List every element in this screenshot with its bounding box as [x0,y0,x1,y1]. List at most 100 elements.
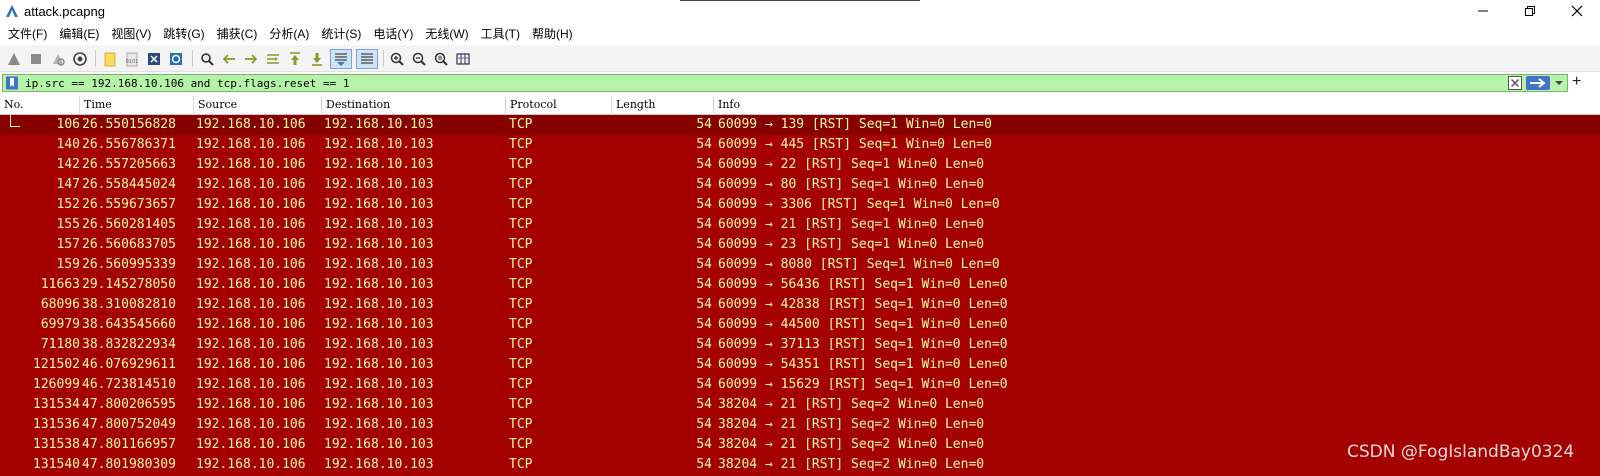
cell-protocol: TCP [509,137,533,152]
save-file-icon[interactable]: 0101 [122,49,142,69]
menu-go[interactable]: 跳转(G) [159,24,212,45]
zoom-in-icon[interactable] [387,49,407,69]
go-forward-icon[interactable] [241,49,261,69]
capture-options-icon[interactable] [70,49,90,69]
cell-time: 26.557205663 [82,157,176,172]
apply-filter-button[interactable] [1526,76,1550,90]
cell-no: 159 [56,257,80,272]
menu-view[interactable]: 视图(V) [107,24,159,45]
cell-length: 54 [696,437,712,452]
menu-file[interactable]: 文件(F) [4,24,55,45]
restore-button[interactable] [1507,0,1553,24]
cell-no: 126099 [33,377,80,392]
cell-no: 152 [56,197,80,212]
column-header-destination[interactable]: Destination [322,96,506,115]
watermark: CSDN @FogIslandBay0324 [1347,442,1575,462]
bookmark-icon[interactable] [5,76,19,90]
toolbar-separator [95,50,96,67]
menu-statistics[interactable]: 统计(S) [317,24,369,45]
cell-source: 192.168.10.106 [196,177,306,192]
packet-row[interactable]: 131536 47.800752049 192.168.10.106 192.168.… [0,415,1600,435]
column-header-time[interactable]: Time [80,96,194,115]
packet-row[interactable]: 11663 29.145278050 192.168.10.106 192.168.1… [0,275,1600,295]
packet-row[interactable]: 157 26.560683705 192.168.10.106 192.168.10.… [0,235,1600,255]
packet-row[interactable]: 159 26.560995339 192.168.10.106 192.168.10.… [0,255,1600,275]
window-title: attack.pcapng [24,4,105,19]
cell-length: 54 [696,157,712,172]
menu-telephony[interactable]: 电话(Y) [369,24,421,45]
chevron-down-icon[interactable] [1553,78,1565,88]
packet-row[interactable]: 126099 46.723814510 192.168.10.106 192.168.… [0,375,1600,395]
toolbar-separator [383,50,384,67]
stop-capture-icon[interactable] [26,49,46,69]
go-last-icon[interactable] [307,49,327,69]
cell-source: 192.168.10.106 [196,397,306,412]
column-header-source[interactable]: Source [194,96,322,115]
menu-capture[interactable]: 捕获(C) [213,24,266,45]
packet-row[interactable]: 106 26.550156828 192.168.10.106 192.168.10.… [0,115,1600,135]
packet-row[interactable]: 152 26.559673657 192.168.10.106 192.168.10.… [0,195,1600,215]
minimize-button[interactable] [1460,0,1506,24]
start-capture-icon[interactable] [4,49,24,69]
column-header-no[interactable]: No. [0,96,80,115]
cell-protocol: TCP [509,417,533,432]
cell-destination: 192.168.10.103 [324,237,434,252]
colorize-icon[interactable] [356,49,378,69]
go-first-icon[interactable] [285,49,305,69]
find-packet-icon[interactable] [197,49,217,69]
go-back-icon[interactable] [219,49,239,69]
cell-info: 38204 → 21 [RST] Seq=2 Win=0 Len=0 [718,397,985,412]
auto-scroll-icon[interactable] [330,49,352,69]
column-header-protocol[interactable]: Protocol [506,96,612,115]
packet-row[interactable]: 142 26.557205663 192.168.10.106 192.168.10.… [0,155,1600,175]
cell-time: 38.643545660 [82,317,176,332]
title-bar: attack.pcapng [0,0,1600,24]
open-file-icon[interactable] [100,49,120,69]
packet-row[interactable]: 155 26.560281405 192.168.10.106 192.168.10.… [0,215,1600,235]
filter-text[interactable]: ip.src == 192.168.10.106 and tcp.flags.r… [25,77,350,90]
cell-length: 54 [696,377,712,392]
cell-source: 192.168.10.106 [196,317,306,332]
column-header-info[interactable]: Info [714,96,1600,115]
packet-row[interactable]: 147 26.558445024 192.168.10.106 192.168.10.… [0,175,1600,195]
cell-time: 29.145278050 [82,277,176,292]
resize-columns-icon[interactable] [453,49,473,69]
cell-time: 26.560281405 [82,217,176,232]
menu-edit[interactable]: 编辑(E) [55,24,107,45]
cell-no: 71180 [40,337,80,352]
packet-row[interactable]: 140 26.556786371 192.168.10.106 192.168.10.… [0,135,1600,155]
cell-protocol: TCP [509,217,533,232]
clear-filter-icon[interactable] [1508,76,1522,90]
restart-capture-icon[interactable] [48,49,68,69]
packet-row[interactable]: 68096 38.310082810 192.168.10.106 192.168.1… [0,295,1600,315]
cell-length: 54 [696,117,712,132]
display-filter-input[interactable]: ip.src == 192.168.10.106 and tcp.flags.r… [2,74,1568,92]
svg-text:0101: 0101 [126,59,139,65]
packet-row[interactable]: 69979 38.643545660 192.168.10.106 192.168.1… [0,315,1600,335]
menu-help[interactable]: 帮助(H) [528,24,581,45]
title-decoration [680,0,920,1]
packet-row[interactable]: 71180 38.832822934 192.168.10.106 192.168.1… [0,335,1600,355]
cell-source: 192.168.10.106 [196,157,306,172]
add-filter-button[interactable]: + [1572,73,1581,91]
cell-destination: 192.168.10.103 [324,417,434,432]
cell-source: 192.168.10.106 [196,257,306,272]
menu-analyze[interactable]: 分析(A) [265,24,317,45]
cell-destination: 192.168.10.103 [324,157,434,172]
cell-time: 47.800752049 [82,417,176,432]
column-header-length[interactable]: Length [612,96,714,115]
packet-row[interactable]: 121502 46.076929611 192.168.10.106 192.168.… [0,355,1600,375]
close-file-icon[interactable] [144,49,164,69]
cell-length: 54 [696,457,712,472]
go-to-packet-icon[interactable] [263,49,283,69]
packet-list[interactable]: 106 26.550156828 192.168.10.106 192.168.10.… [0,115,1600,476]
packet-row[interactable]: 131534 47.800206595 192.168.10.106 192.168.… [0,395,1600,415]
close-button[interactable] [1554,0,1600,24]
cell-time: 38.310082810 [82,297,176,312]
reload-file-icon[interactable] [166,49,186,69]
menu-tools[interactable]: 工具(T) [477,24,528,45]
cell-length: 54 [696,397,712,412]
zoom-out-icon[interactable] [409,49,429,69]
normal-size-icon[interactable] [431,49,451,69]
menu-wireless[interactable]: 无线(W) [421,24,476,45]
